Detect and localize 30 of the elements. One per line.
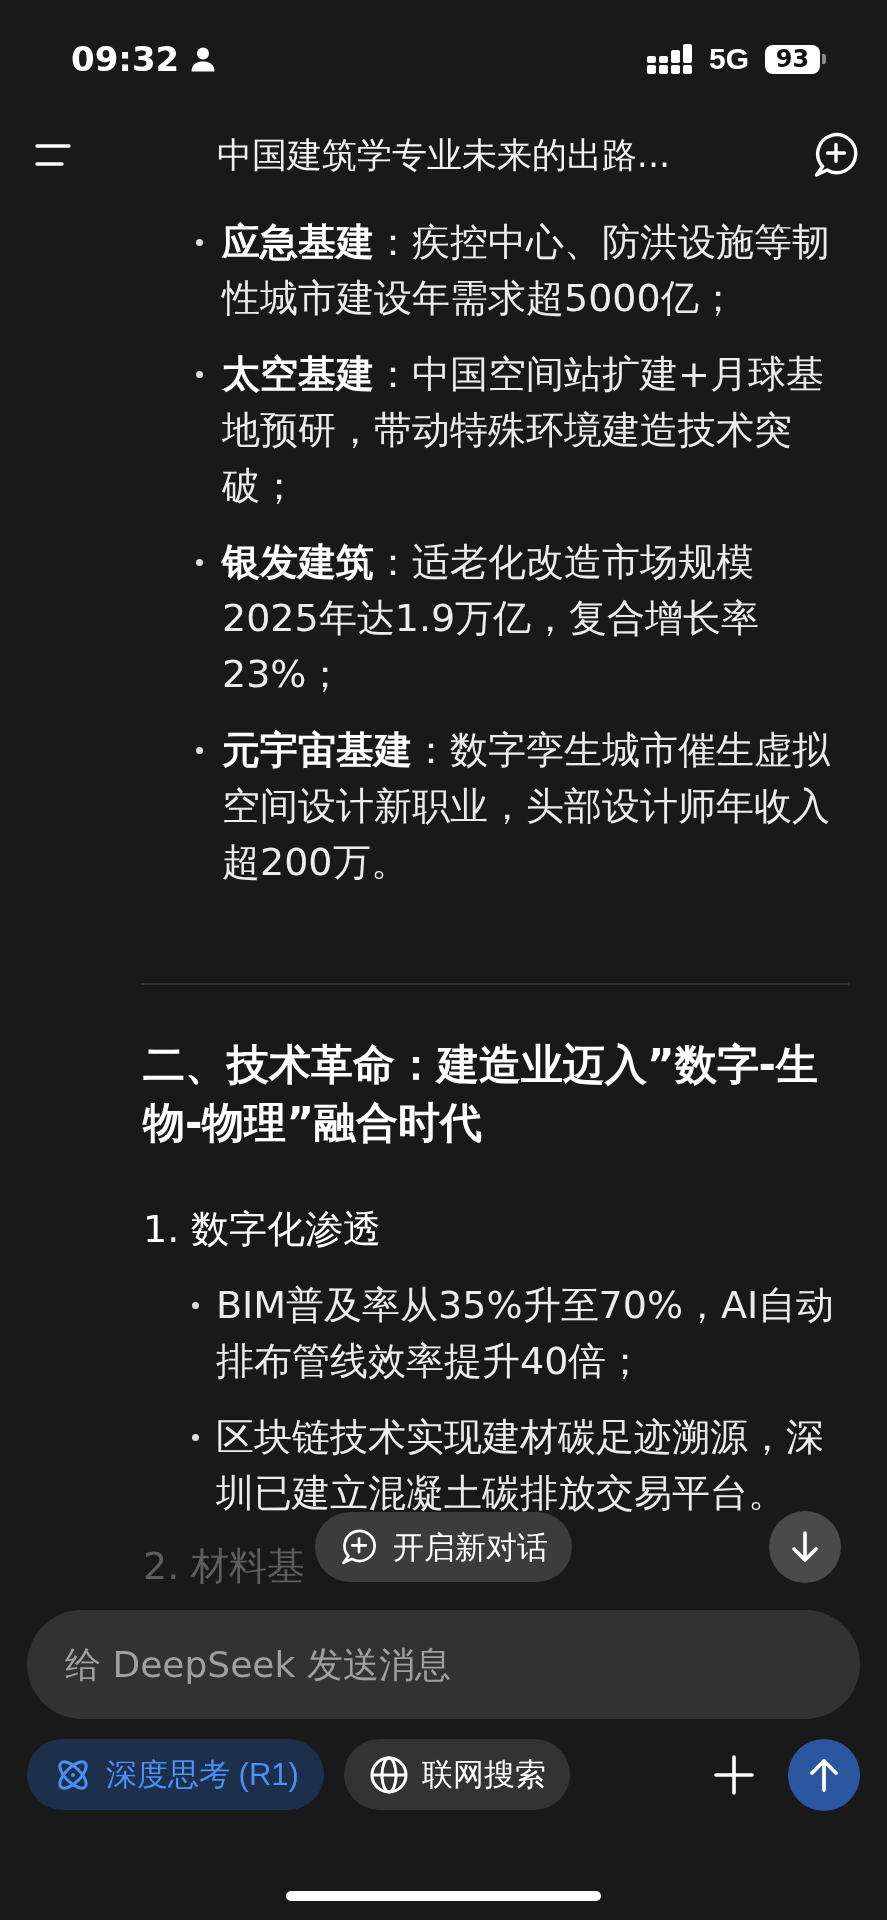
deep-think-toggle[interactable]: 深度思考 (R1) xyxy=(27,1739,324,1810)
chat-title: 中国建筑学专业未来的出路... xyxy=(216,134,671,177)
bullet-icon xyxy=(192,1301,199,1309)
bullet-text: 太空基建：中国空间站扩建+月球基地预研，带动特殊环境建造技术突破； xyxy=(222,351,825,510)
list-heading: 1. 数字化渗透 xyxy=(143,1206,382,1253)
bullet-text: 应急基建：疾控中心、防洪设施等韧性城市建设年需求超5000亿； xyxy=(222,219,831,322)
list-heading: 2. 材料基 xyxy=(143,1543,306,1590)
person-icon xyxy=(190,46,217,72)
section-heading: 二、技术革命：建造业迈入”数字-生物-物理”融合时代 xyxy=(143,1039,820,1149)
web-search-toggle[interactable]: 联网搜索 xyxy=(343,1739,570,1810)
bullet-text: BIM普及率从35%升至70%，AI自动排布管线效率提升40倍； xyxy=(216,1282,836,1385)
new-chat-icon[interactable] xyxy=(812,131,860,179)
signal-icon xyxy=(646,44,693,74)
menu-icon[interactable] xyxy=(35,143,71,167)
chat-plus-icon xyxy=(340,1528,378,1566)
message-input[interactable]: 给 DeepSeek 发送消息 xyxy=(27,1610,860,1719)
arrow-up-icon xyxy=(807,1756,841,1793)
battery-indicator: 93 xyxy=(765,44,826,74)
bullet-icon xyxy=(192,1433,199,1441)
new-chat-button[interactable]: 开启新对话 xyxy=(315,1512,572,1582)
status-time: 09:32 xyxy=(71,42,180,76)
plus-icon[interactable] xyxy=(714,1754,754,1795)
network-label: 5G xyxy=(708,44,749,74)
bullet-icon xyxy=(196,746,203,754)
globe-icon xyxy=(369,1755,408,1794)
bullet-text: 元宇宙基建：数字孪生城市催生虚拟空间设计新职业，头部设计师年收入超200万。 xyxy=(222,727,831,886)
bullet-icon xyxy=(196,238,203,246)
bullet-text: 银发建筑：适老化改造市场规模 2025年达1.9万亿，复合增长率 23%； xyxy=(222,539,761,698)
bullet-icon xyxy=(196,558,203,566)
bullet-icon xyxy=(196,370,203,378)
